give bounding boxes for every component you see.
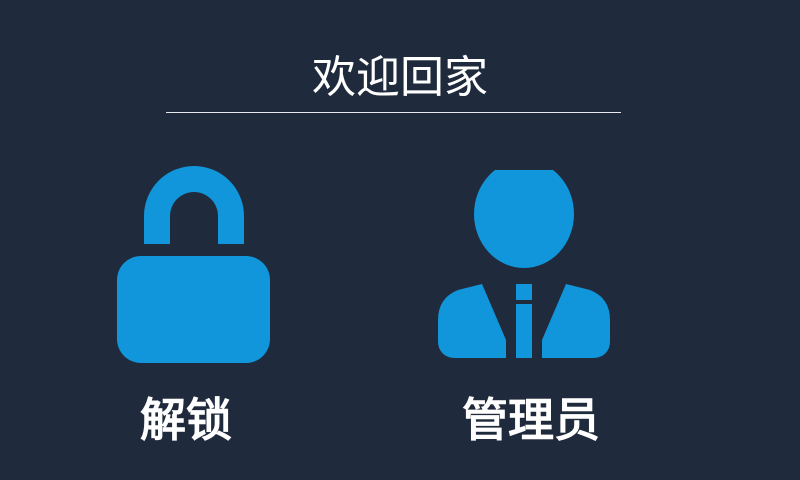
admin-label: 管理员 — [462, 393, 600, 447]
welcome-screen: 欢迎回家 解锁 管理员 — [0, 0, 800, 480]
padlock-icon — [117, 166, 270, 363]
admin-button[interactable]: 管理员 — [420, 160, 630, 460]
title-divider — [166, 112, 621, 113]
administrator-person-icon — [438, 170, 610, 358]
page-title: 欢迎回家 — [312, 52, 488, 103]
unlock-label: 解锁 — [140, 393, 232, 447]
unlock-button[interactable]: 解锁 — [100, 160, 290, 460]
